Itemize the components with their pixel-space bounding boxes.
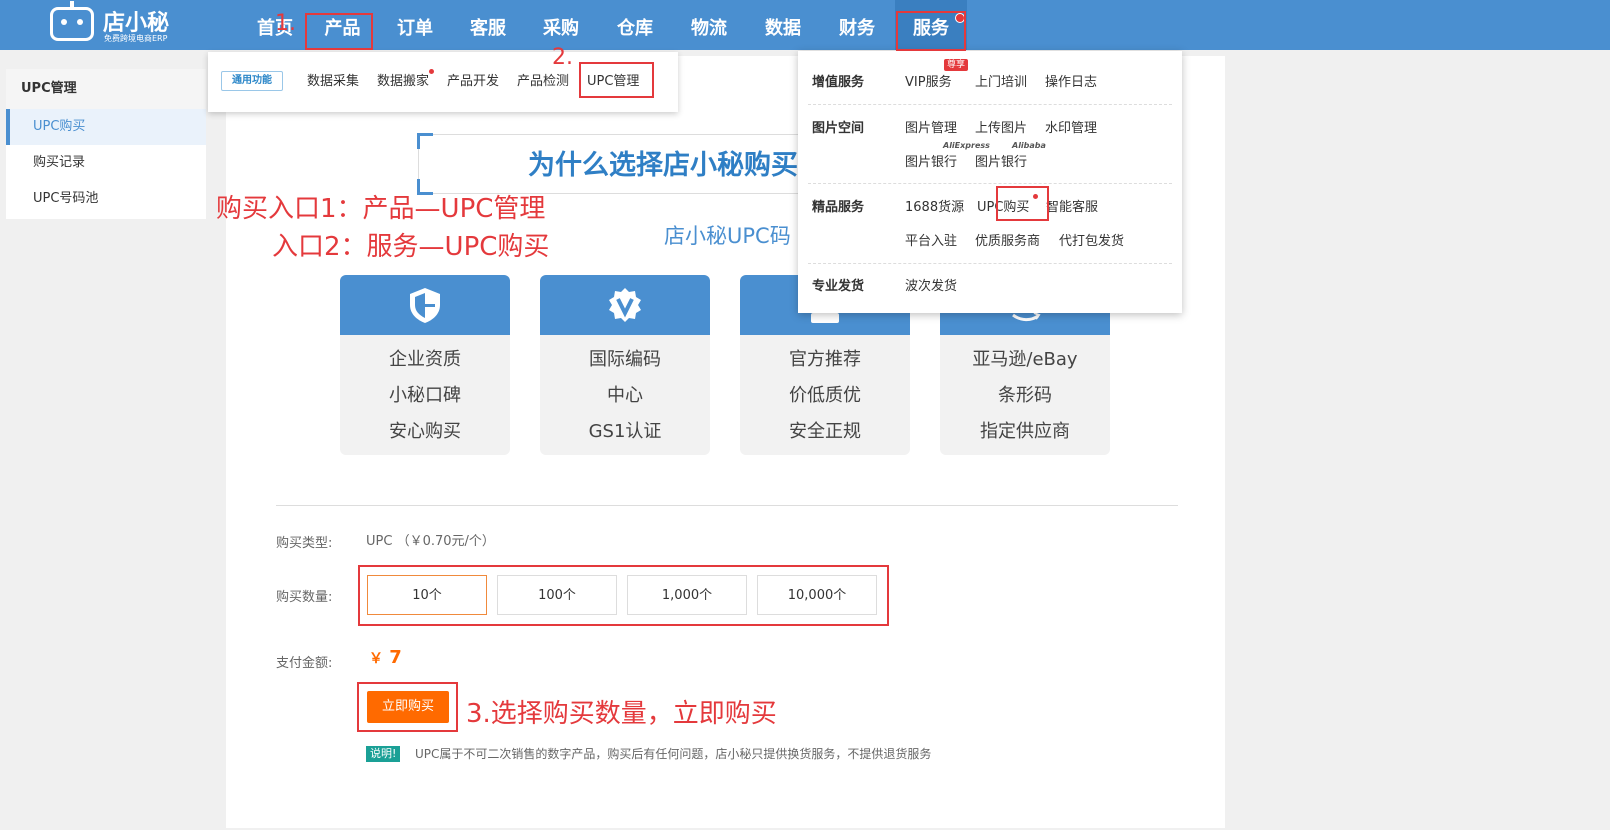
card-line: 价低质优 xyxy=(789,385,861,406)
menu-quality-providers[interactable]: 优质服务商 xyxy=(975,230,1040,249)
alibaba-label: Alibaba xyxy=(1012,141,1046,150)
section-pro-shipping: 专业发货 xyxy=(812,279,865,294)
annotation-step1: 1. xyxy=(275,11,296,36)
menu-product-check[interactable]: 产品检测 xyxy=(517,70,569,89)
currency-symbol: ￥ xyxy=(369,651,383,667)
note-tag: 说明! xyxy=(366,746,401,762)
purchase-type-value: UPC （￥0.70元/个） xyxy=(366,534,495,549)
menu-operation-log[interactable]: 操作日志 xyxy=(1045,71,1097,90)
menu-watermark[interactable]: 水印管理 xyxy=(1045,117,1097,136)
annotation-box-services xyxy=(896,11,966,51)
nav-finance[interactable]: 财务 xyxy=(827,0,887,50)
annotation-step2: 2. xyxy=(552,45,573,70)
logo[interactable]: 店小秘 免费跨境电商ERP xyxy=(50,1,175,43)
card-line: 条形码 xyxy=(998,385,1052,406)
menu-data-migration[interactable]: 数据搬家 xyxy=(377,70,429,89)
menu-vip-service[interactable]: VIP服务 xyxy=(905,71,952,90)
nav-warehouse[interactable]: 仓库 xyxy=(605,0,665,50)
annotation-entry1: 购买入口1：产品—UPC管理 xyxy=(216,194,546,224)
menu-image-bank-alibaba[interactable]: 图片银行 xyxy=(975,151,1027,170)
aliexpress-label: AliExpress xyxy=(943,141,990,150)
services-dropdown: 增值服务 VIP服务 尊享 上门培训 操作日志 图片空间 图片管理 上传图片 水… xyxy=(798,51,1182,313)
card-line: GS1认证 xyxy=(588,421,662,442)
menu-smart-service[interactable]: 智能客服 xyxy=(1046,196,1098,215)
card-line: 指定供应商 xyxy=(980,421,1070,442)
annotation-box-upc-purchase xyxy=(996,186,1049,221)
sidebar-item-upc-purchase[interactable]: UPC购买 xyxy=(6,109,206,145)
sidebar-item-upc-pool[interactable]: UPC号码池 xyxy=(6,181,206,217)
menu-packing-shipping[interactable]: 代打包发货 xyxy=(1059,230,1124,249)
card-line: 安全正规 xyxy=(789,421,861,442)
card-line: 企业资质 xyxy=(389,349,461,370)
card-line: 安心购买 xyxy=(389,421,461,442)
menu-image-bank-aliexpress[interactable]: 图片银行 xyxy=(905,151,957,170)
divider xyxy=(276,505,1178,506)
verified-badge-icon xyxy=(609,288,641,322)
exclusive-tag: 尊享 xyxy=(944,59,969,71)
shield-icon xyxy=(410,288,440,323)
top-nav-bar: 店小秘 免费跨境电商ERP 首页 产品 订单 客服 采购 仓库 物流 数据 财务… xyxy=(0,0,1610,50)
nav-data[interactable]: 数据 xyxy=(753,0,813,50)
feature-card-qualification: 企业资质 小秘口碑 安心购买 xyxy=(340,275,510,455)
purchase-type-label: 购买类型: xyxy=(276,536,333,551)
menu-platform-join[interactable]: 平台入驻 xyxy=(905,230,957,249)
annotation-box-products xyxy=(305,13,373,50)
card-line: 亚马逊/eBay xyxy=(972,349,1078,370)
new-dot xyxy=(429,69,434,74)
section-image-space: 图片空间 xyxy=(812,121,865,136)
robot-logo-icon xyxy=(50,1,94,41)
nav-logistics[interactable]: 物流 xyxy=(679,0,739,50)
menu-data-collection[interactable]: 数据采集 xyxy=(307,70,359,89)
card-line: 官方推荐 xyxy=(789,349,861,370)
quantity-label: 购买数量: xyxy=(276,590,333,605)
card-line: 国际编码 xyxy=(589,349,661,370)
note-text: UPC属于不可二次销售的数字产品，购买后有任何问题，店小秘只提供换货服务，不提供… xyxy=(415,747,932,761)
sidebar-title: UPC管理 xyxy=(6,69,206,109)
headline: 为什么选择店小秘购买 xyxy=(528,150,798,181)
nav-purchasing[interactable]: 采购 xyxy=(531,0,591,50)
annotation-entry2: 入口2：服务—UPC购买 xyxy=(272,232,550,262)
menu-1688-source[interactable]: 1688货源 xyxy=(905,196,964,215)
menu-product-development[interactable]: 产品开发 xyxy=(447,70,499,89)
annotation-box-upc-management xyxy=(579,62,654,98)
menu-wave-shipping[interactable]: 波次发货 xyxy=(905,275,957,294)
feature-card-gs1: 国际编码 中心 GS1认证 xyxy=(540,275,710,455)
nav-orders[interactable]: 订单 xyxy=(385,0,445,50)
card-line: 小秘口碑 xyxy=(389,385,461,406)
menu-onsite-training[interactable]: 上门培训 xyxy=(975,71,1027,90)
subheadline: 店小秘UPC码 xyxy=(664,224,791,248)
sidebar-item-purchase-records[interactable]: 购买记录 xyxy=(6,145,206,181)
nav-customer-service[interactable]: 客服 xyxy=(458,0,518,50)
annotation-step3: 3.选择购买数量，立即购买 xyxy=(466,699,777,729)
sidebar: UPC管理 UPC购买 购买记录 UPC号码池 xyxy=(6,69,206,219)
common-functions-badge: 通用功能 xyxy=(221,71,283,91)
menu-image-management[interactable]: 图片管理 xyxy=(905,117,957,136)
section-value-added: 增值服务 xyxy=(812,75,865,90)
annotation-box-buy xyxy=(357,682,458,732)
amount-label: 支付金额: xyxy=(276,656,333,671)
menu-upload-image[interactable]: 上传图片 xyxy=(975,117,1027,136)
section-premium: 精品服务 xyxy=(812,200,865,215)
amount-value: 7 xyxy=(389,647,402,668)
card-line: 中心 xyxy=(607,385,643,406)
logo-tagline: 免费跨境电商ERP xyxy=(104,34,168,43)
annotation-box-quantity xyxy=(358,565,889,626)
payment-amount: ￥ 7 xyxy=(369,647,402,668)
